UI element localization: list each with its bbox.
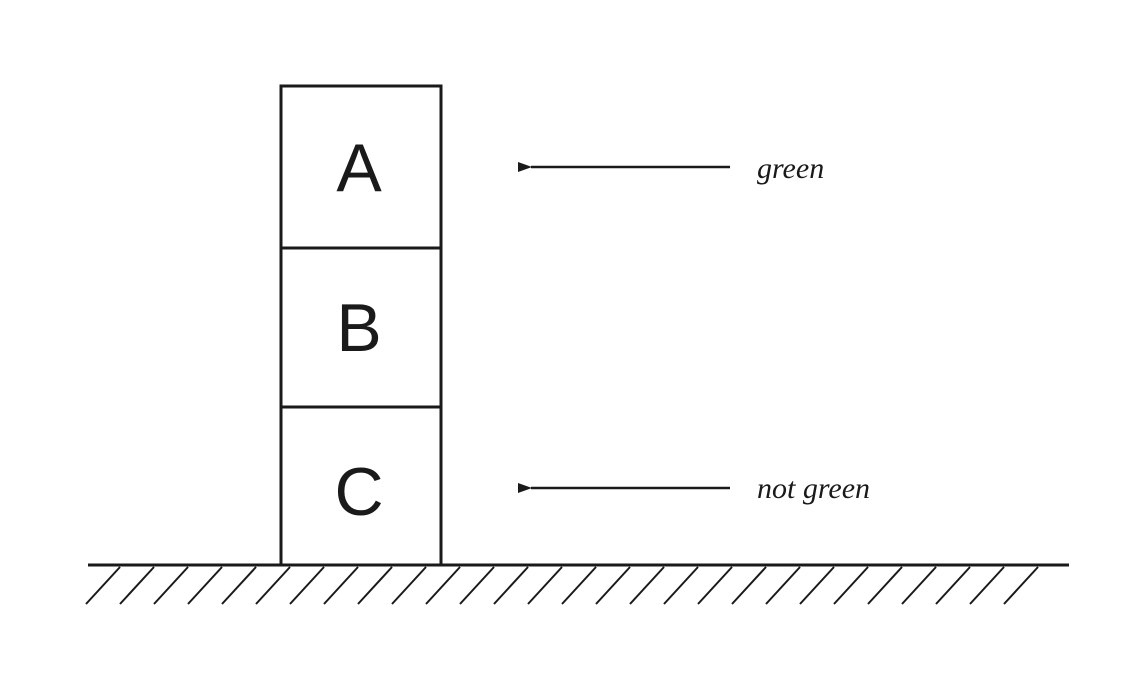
hatch-line [833, 566, 869, 605]
hatch-line [391, 566, 427, 605]
diagram: A B C green not green [0, 0, 1126, 676]
block-a-label: A [336, 130, 382, 206]
hatch-line [221, 566, 257, 605]
blocks-diagram: A B C green not green [85, 84, 1069, 605]
block-c-label: C [334, 454, 383, 530]
hatch-line [527, 566, 563, 605]
hatch-line [765, 566, 801, 605]
annotation-green-label: green [757, 152, 824, 185]
hatch-line [595, 566, 631, 605]
hatch-line [1003, 566, 1039, 605]
hatch-line [153, 566, 189, 605]
hatch-line [85, 566, 121, 605]
hatch-line [901, 566, 937, 605]
hatch-line [459, 566, 495, 605]
hatch-line [357, 566, 393, 605]
hatch-line [323, 566, 359, 605]
hatch-line [425, 566, 461, 605]
hatch-line [119, 566, 155, 605]
annotation-not-green: not green [518, 472, 870, 505]
hatch-line [663, 566, 699, 605]
annotation-green: green [518, 152, 824, 185]
hatch-line [561, 566, 597, 605]
block-b-label: B [336, 290, 381, 366]
hatch-line [289, 566, 325, 605]
hatch-line [255, 566, 291, 605]
hatch-line [629, 566, 665, 605]
hatch-line [187, 566, 223, 605]
ground-hatching [85, 566, 1039, 605]
hatch-line [935, 566, 971, 605]
block-stack: A B C [279, 84, 443, 567]
hatch-line [731, 566, 767, 605]
annotation-not-green-label: not green [757, 472, 870, 505]
hatch-line [867, 566, 903, 605]
hatch-line [799, 566, 835, 605]
hatch-line [697, 566, 733, 605]
ground [85, 563, 1069, 605]
hatch-line [969, 566, 1005, 605]
hatch-line [493, 566, 529, 605]
